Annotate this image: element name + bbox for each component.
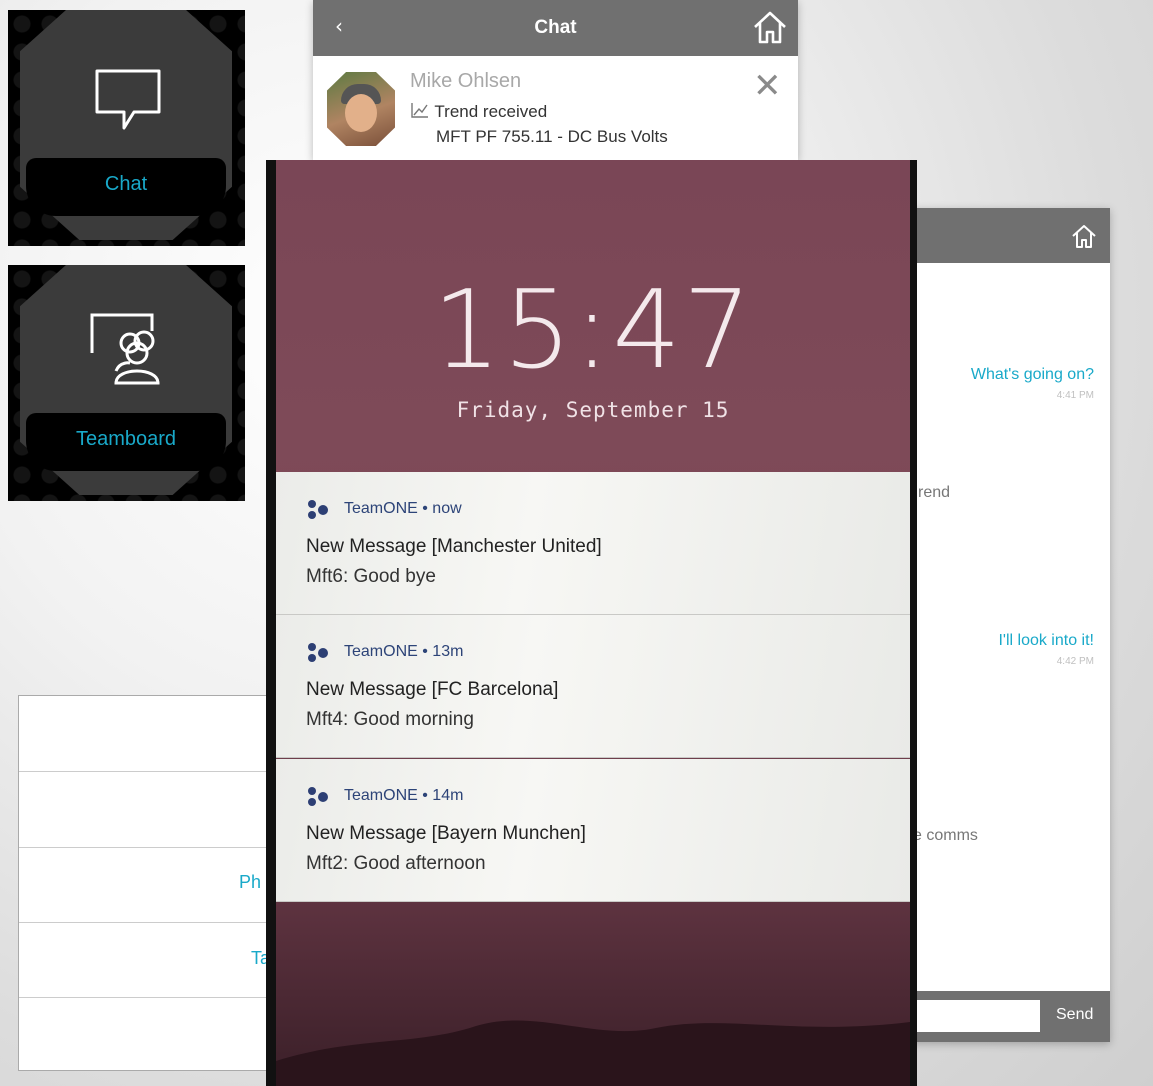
- list-item[interactable]: [19, 696, 281, 772]
- notification-card[interactable]: TeamONE • 13m New Message [FC Barcelona]…: [276, 615, 910, 758]
- chat-tile[interactable]: Chat: [8, 10, 245, 246]
- home-icon[interactable]: [1070, 223, 1098, 249]
- close-icon[interactable]: ✕: [753, 66, 782, 106]
- trend-detail: MFT PF 755.11 - DC Bus Volts: [436, 127, 668, 146]
- trend-received: Trend received: [410, 101, 547, 122]
- notification-app: TeamONE • 14m: [344, 787, 464, 804]
- avatar-face: [345, 94, 377, 132]
- notification-body: Mft4: Good morning: [306, 709, 474, 730]
- message-bubble: I'll look into it!: [998, 632, 1094, 649]
- message-time: 4:42 PM: [1056, 656, 1094, 667]
- notification-title: New Message [Manchester United]: [306, 536, 602, 557]
- lock-date: Friday, September 15: [456, 398, 730, 422]
- notification-body: Mft6: Good bye: [306, 566, 436, 587]
- teamboard-tile-label: Teamboard: [75, 428, 177, 450]
- message-bubble: What's going on?: [970, 366, 1094, 383]
- avatar: [327, 72, 395, 146]
- notification-body: Mft2: Good afternoon: [306, 853, 486, 874]
- notification-title: New Message [FC Barcelona]: [306, 679, 559, 700]
- mountain-silhouette: [276, 1020, 910, 1086]
- list-item[interactable]: Ph: [19, 847, 281, 923]
- sender-name: Mike Ohlsen: [410, 70, 522, 92]
- chat-header-bar: ‹ Chat: [313, 0, 798, 56]
- list-item-label: Ph: [239, 872, 262, 892]
- chat-tile-label: Chat: [104, 173, 148, 195]
- teamboard-icon: [90, 313, 160, 385]
- trend-label: Trend received: [434, 102, 548, 121]
- phone-lock-screen: 15:47 Friday, September 15 TeamONE • now…: [266, 160, 917, 1086]
- message-time: 4:41 PM: [1056, 390, 1094, 401]
- message-partial: e comms: [913, 827, 978, 844]
- notification-title: New Message [Bayern Munchen]: [306, 823, 586, 844]
- chat-title: Chat: [534, 17, 577, 38]
- chat-bubble-icon: [95, 69, 161, 130]
- trend-icon: [411, 103, 428, 118]
- notification-card[interactable]: TeamONE • now New Message [Manchester Un…: [276, 472, 910, 615]
- send-button[interactable]: Send: [1056, 1006, 1093, 1024]
- list-item[interactable]: [19, 772, 281, 848]
- teamone-logo-icon: [308, 643, 328, 662]
- home-icon[interactable]: [751, 9, 789, 45]
- notification-app: TeamONE • 13m: [344, 643, 464, 660]
- lock-clock: 15:47: [432, 268, 754, 393]
- lock-screen-wallpaper: 15:47 Friday, September 15 TeamONE • now…: [276, 160, 910, 1086]
- teamone-logo-icon: [308, 500, 328, 519]
- notification-card[interactable]: TeamONE • 14m New Message [Bayern Munche…: [276, 759, 910, 902]
- message-partial: rend: [918, 484, 951, 501]
- menu-list-panel: Ph Ta: [18, 695, 282, 1071]
- teamone-logo-icon: [308, 787, 328, 806]
- teamboard-tile[interactable]: Teamboard: [8, 265, 245, 501]
- list-item[interactable]: Ta: [19, 922, 281, 998]
- notification-app: TeamONE • now: [344, 500, 462, 517]
- chat-notification-panel: ‹ Chat Mike Ohlsen Trend received MFT PF…: [313, 0, 798, 160]
